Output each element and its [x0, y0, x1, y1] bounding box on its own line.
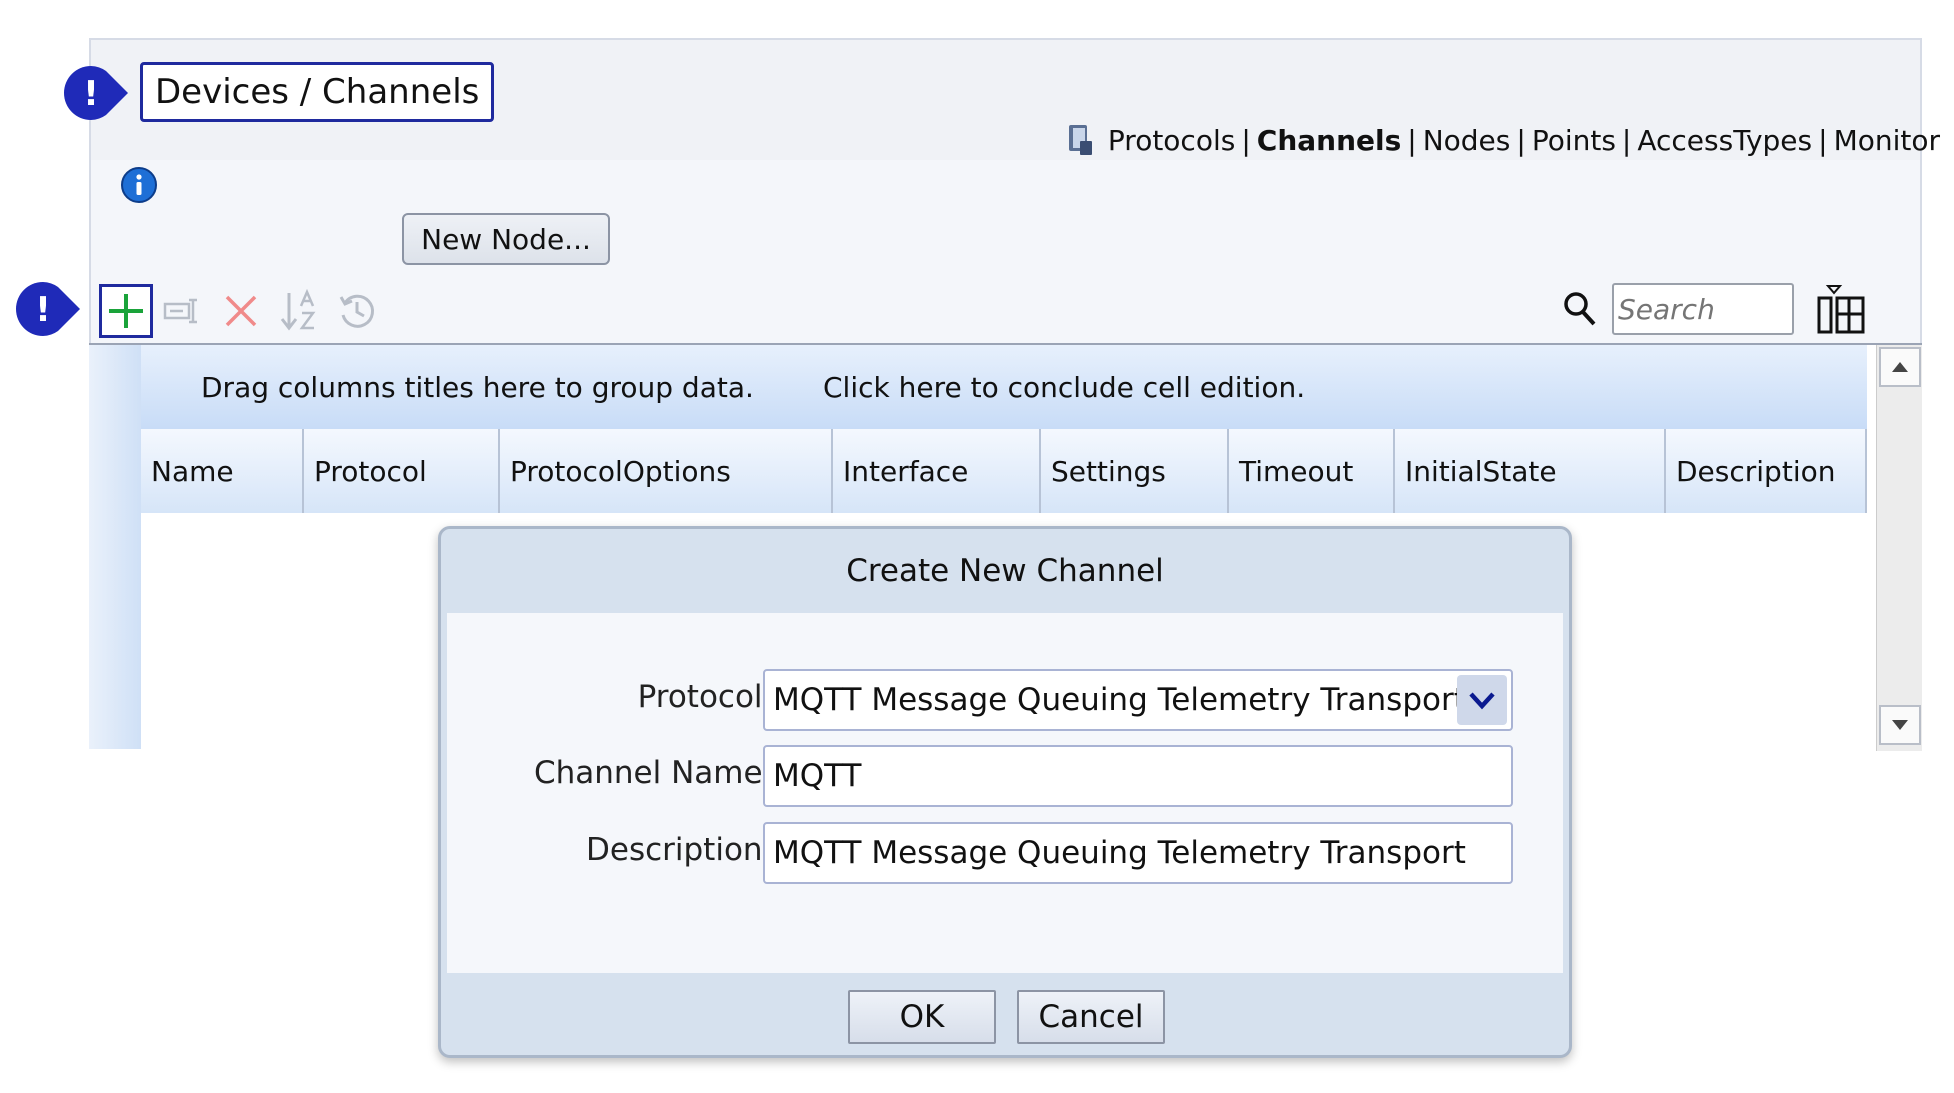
nav-link-points[interactable]: Points: [1532, 124, 1616, 157]
vertical-scrollbar[interactable]: [1876, 345, 1922, 751]
column-chooser-icon[interactable]: [1816, 284, 1868, 336]
plus-icon: [109, 294, 143, 328]
nav-link-protocols[interactable]: Protocols: [1108, 124, 1235, 157]
column-header-protocol[interactable]: Protocol: [304, 429, 500, 513]
scroll-down-button[interactable]: [1879, 705, 1921, 745]
delete-button[interactable]: [214, 284, 268, 338]
dropdown-button[interactable]: [1457, 675, 1507, 725]
column-header-initialstate[interactable]: InitialState: [1395, 429, 1666, 513]
delete-x-icon: [225, 295, 257, 327]
info-icon[interactable]: [120, 166, 158, 204]
sort-az-icon: [280, 289, 316, 331]
arrow-up-icon: [1892, 362, 1908, 372]
nav-separator: |: [1516, 123, 1526, 157]
arrow-down-icon: [1892, 720, 1908, 730]
page-title: Devices / Channels: [140, 62, 495, 122]
channel-name-label: Channel Name:: [533, 755, 773, 791]
column-header-protocoloptions[interactable]: ProtocolOptions: [500, 429, 833, 513]
callout-glyph: !: [35, 290, 51, 330]
rename-icon: [163, 298, 197, 324]
book-icon: [1068, 125, 1092, 155]
column-header-row: Name Protocol ProtocolOptions Interface …: [141, 429, 1867, 513]
callout-glyph: !: [83, 74, 99, 114]
protocol-label: Protocol:: [637, 679, 773, 715]
top-navigation: Protocols | Channels | Nodes | Points | …: [1066, 120, 1940, 160]
callout-marker-add: !: [14, 280, 80, 338]
ok-button[interactable]: OK: [848, 990, 996, 1044]
cancel-button[interactable]: Cancel: [1017, 990, 1165, 1044]
description-field[interactable]: MQTT Message Queuing Telemetry Transport: [763, 822, 1513, 884]
rename-button[interactable]: [156, 284, 210, 338]
nav-link-monitor[interactable]: Monitor: [1834, 124, 1940, 157]
create-channel-dialog: Create New Channel Protocol: MQTT Messag…: [438, 526, 1572, 1058]
protocol-select[interactable]: MQTT Message Queuing Telemetry Transport: [763, 669, 1513, 731]
group-panel[interactable]: Drag columns titles here to group data. …: [141, 345, 1867, 429]
chevron-down-icon: [1469, 692, 1495, 710]
nav-link-accesstypes[interactable]: AccessTypes: [1637, 124, 1812, 157]
column-header-interface[interactable]: Interface: [833, 429, 1041, 513]
channel-name-field[interactable]: MQTT: [763, 745, 1513, 807]
column-header-settings[interactable]: Settings: [1041, 429, 1229, 513]
history-icon: [339, 294, 375, 328]
nav-separator: |: [1621, 123, 1632, 157]
history-button[interactable]: [330, 284, 384, 338]
search-input[interactable]: [1612, 283, 1794, 335]
edit-hint[interactable]: Click here to conclude cell edition.: [823, 371, 1305, 404]
nav-separator: |: [1241, 123, 1251, 157]
search-icon[interactable]: [1563, 291, 1597, 327]
dialog-title: Create New Channel: [846, 553, 1164, 589]
new-node-button[interactable]: New Node...: [402, 213, 610, 265]
protocol-selected-value: MQTT Message Queuing Telemetry Transport: [773, 682, 1466, 718]
scroll-up-button[interactable]: [1879, 347, 1921, 387]
dialog-body: Protocol: MQTT Message Queuing Telemetry…: [447, 613, 1563, 973]
nav-separator: |: [1407, 123, 1417, 157]
group-hint: Drag columns titles here to group data.: [201, 370, 754, 404]
sort-button[interactable]: [272, 284, 326, 338]
column-header-description[interactable]: Description: [1666, 429, 1867, 513]
column-header-timeout[interactable]: Timeout: [1229, 429, 1395, 513]
channel-name-value: MQTT: [773, 758, 862, 794]
description-label: Description:: [586, 832, 773, 868]
add-channel-button[interactable]: [99, 284, 153, 338]
nav-link-nodes[interactable]: Nodes: [1423, 124, 1511, 157]
description-value: MQTT Message Queuing Telemetry Transport: [773, 835, 1466, 871]
column-header-name[interactable]: Name: [141, 429, 304, 513]
nav-link-channels[interactable]: Channels: [1257, 124, 1402, 157]
callout-marker-title: !: [62, 64, 128, 122]
nav-separator: |: [1818, 123, 1828, 157]
grid-row-indicator: [89, 345, 141, 749]
